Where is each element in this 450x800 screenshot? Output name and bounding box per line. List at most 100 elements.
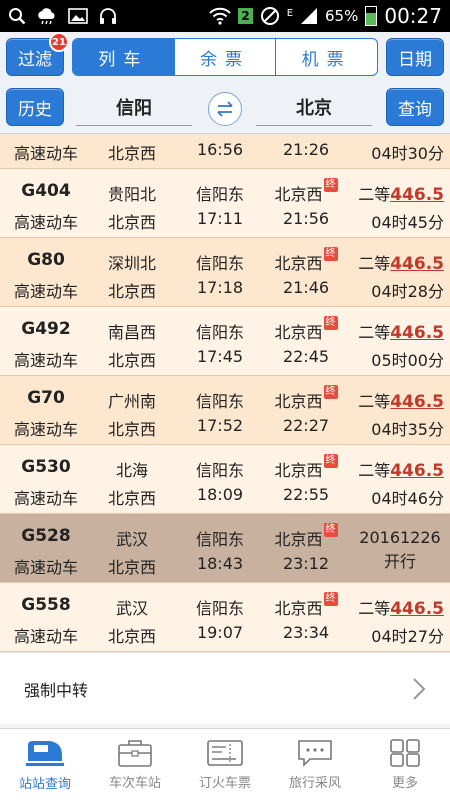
nav-train-station[interactable]: 车次车站 [90, 729, 180, 800]
tab-remaining-tickets[interactable]: 余票 [173, 39, 276, 75]
depart-time: 16:56 [196, 140, 244, 159]
depart-time: 17:11 [196, 209, 244, 228]
depart-time: 18:09 [196, 485, 244, 504]
ticket-price-area[interactable]: 二等446.5 [356, 319, 444, 343]
date-button[interactable]: 日期 [386, 38, 444, 76]
train-row-unavailable[interactable]: G528 武汉 信阳东 北京西终 20161226 开行 高速动车 北京西 18… [0, 514, 450, 583]
arrive-time: 22:45 [282, 347, 330, 366]
briefcase-icon [118, 740, 152, 767]
train-number: G70 [27, 388, 65, 408]
depart-time: 17:52 [196, 416, 244, 435]
train-row[interactable]: G492 南昌西 信阳东 北京西终 二等446.5 高速动车 北京西 17:45… [0, 307, 450, 376]
depart-time: 18:43 [196, 554, 244, 573]
nav-station-search[interactable]: 站站查询 [0, 729, 90, 800]
filter-count-badge: 21 [49, 32, 69, 52]
train-number: G404 [21, 181, 71, 201]
nav-label: 车次车站 [108, 776, 161, 791]
price-link[interactable]: 446.5 [390, 461, 444, 481]
tab-trains[interactable]: 列车 [73, 39, 174, 75]
nav-book-ticket[interactable]: 订火车票 [180, 729, 270, 800]
nav-travel-stories[interactable]: 旅行采风 [270, 729, 360, 800]
tab-flights[interactable]: 机票 [275, 39, 377, 75]
train-number: G492 [21, 319, 71, 339]
terminal-station: 北京西 [107, 558, 156, 577]
sim-slot-badge: 2 [238, 8, 253, 24]
nav-label: 订火车票 [198, 776, 251, 791]
ticket-price-area[interactable]: 二等446.5 [356, 595, 444, 619]
ticket-icon [207, 740, 243, 766]
train-type: 高速动车 [13, 144, 78, 163]
terminal-badge: 终 [323, 454, 338, 468]
swap-stations-button[interactable] [208, 92, 242, 126]
depart-time: 17:18 [196, 278, 244, 297]
to-station[interactable]: 北京 [256, 88, 372, 126]
train-row[interactable]: G80 深圳北 信阳东 北京西终 二等446.5 高速动车 北京西 17:18 … [0, 238, 450, 307]
train-type: 高速动车 [13, 213, 78, 232]
terminal-badge: 终 [323, 247, 338, 261]
board-station: 信阳东 [195, 599, 244, 618]
ticket-price-area[interactable]: 二等446.5 [356, 457, 444, 481]
from-station[interactable]: 信阳 [76, 88, 192, 126]
terminal-station: 北京西 [107, 489, 156, 508]
history-button[interactable]: 历史 [6, 88, 64, 126]
filter-button[interactable]: 过滤 21 [6, 32, 69, 76]
swap-icon [217, 101, 233, 117]
board-station: 信阳东 [195, 254, 244, 273]
arrive-time: 23:34 [282, 623, 330, 642]
train-row[interactable]: G530 北海 信阳东 北京西终 二等446.5 高速动车 北京西 18:09 … [0, 445, 450, 514]
alight-station: 北京西终 [274, 454, 338, 480]
nav-label: 更多 [391, 776, 418, 791]
train-row[interactable]: G558 武汉 信阳东 北京西终 二等446.5 高速动车 北京西 19:07 … [0, 583, 450, 652]
board-station: 信阳东 [195, 323, 244, 342]
ticket-price-area[interactable]: 二等446.5 [356, 388, 444, 412]
filter-label: 过滤 [18, 49, 52, 70]
terminal-badge: 终 [323, 316, 338, 330]
train-row[interactable]: 高速动车 北京西 16:56 21:26 04时30分 [0, 134, 450, 169]
terminal-badge: 终 [323, 178, 338, 192]
battery-icon [365, 6, 378, 26]
arrive-time: 22:55 [282, 485, 330, 504]
terminal-station: 北京西 [107, 420, 156, 439]
start-date: 20161226 [359, 528, 441, 547]
price-link[interactable]: 446.5 [390, 599, 444, 619]
price-link[interactable]: 446.5 [390, 323, 444, 343]
nav-label: 站站查询 [18, 777, 71, 792]
price-link[interactable]: 446.5 [390, 254, 444, 274]
train-number: G558 [21, 595, 71, 615]
no-disturb-icon [260, 6, 280, 26]
train-type: 高速动车 [13, 282, 78, 301]
train-row[interactable]: G404 贵阳北 信阳东 北京西终 二等446.5 高速动车 北京西 17:11… [0, 169, 450, 238]
alight-station: 北京西终 [274, 247, 338, 273]
clock: 00:27 [384, 4, 442, 28]
alight-station: 北京西终 [274, 385, 338, 411]
train-row[interactable]: G70 广州南 信阳东 北京西终 二等446.5 高速动车 北京西 17:52 … [0, 376, 450, 445]
arrive-time: 23:12 [282, 554, 330, 573]
train-icon [26, 741, 64, 766]
train-type: 高速动车 [13, 351, 78, 370]
ticket-price-area[interactable]: 二等446.5 [356, 181, 444, 205]
seat-class: 二等 [358, 185, 391, 204]
price-link[interactable]: 446.5 [390, 392, 444, 412]
duration: 04时45分 [371, 213, 444, 232]
forced-transfer-row[interactable]: 强制中转 [0, 652, 450, 724]
search-icon [8, 7, 26, 25]
duration: 04时35分 [371, 420, 444, 439]
depart-time: 17:45 [196, 347, 244, 366]
train-list[interactable]: 高速动车 北京西 16:56 21:26 04时30分 G404 贵阳北 信阳东… [0, 134, 450, 652]
alight-station: 北京西终 [274, 178, 338, 204]
origin-station: 贵阳北 [107, 185, 156, 204]
chat-icon [298, 740, 332, 767]
battery-percent: 65% [325, 7, 359, 25]
terminal-station: 北京西 [107, 351, 156, 370]
terminal-badge: 终 [323, 523, 338, 537]
nav-more[interactable]: 更多 [360, 729, 450, 800]
depart-time: 19:07 [196, 623, 244, 642]
price-link[interactable]: 446.5 [390, 185, 444, 205]
seat-class: 二等 [358, 323, 391, 342]
query-button[interactable]: 查询 [386, 88, 444, 126]
duration: 04时46分 [371, 489, 444, 508]
terminal-badge: 终 [323, 592, 338, 606]
ticket-price-area[interactable]: 二等446.5 [356, 250, 444, 274]
origin-station: 深圳北 [107, 254, 156, 273]
duration: 04时30分 [371, 144, 444, 163]
